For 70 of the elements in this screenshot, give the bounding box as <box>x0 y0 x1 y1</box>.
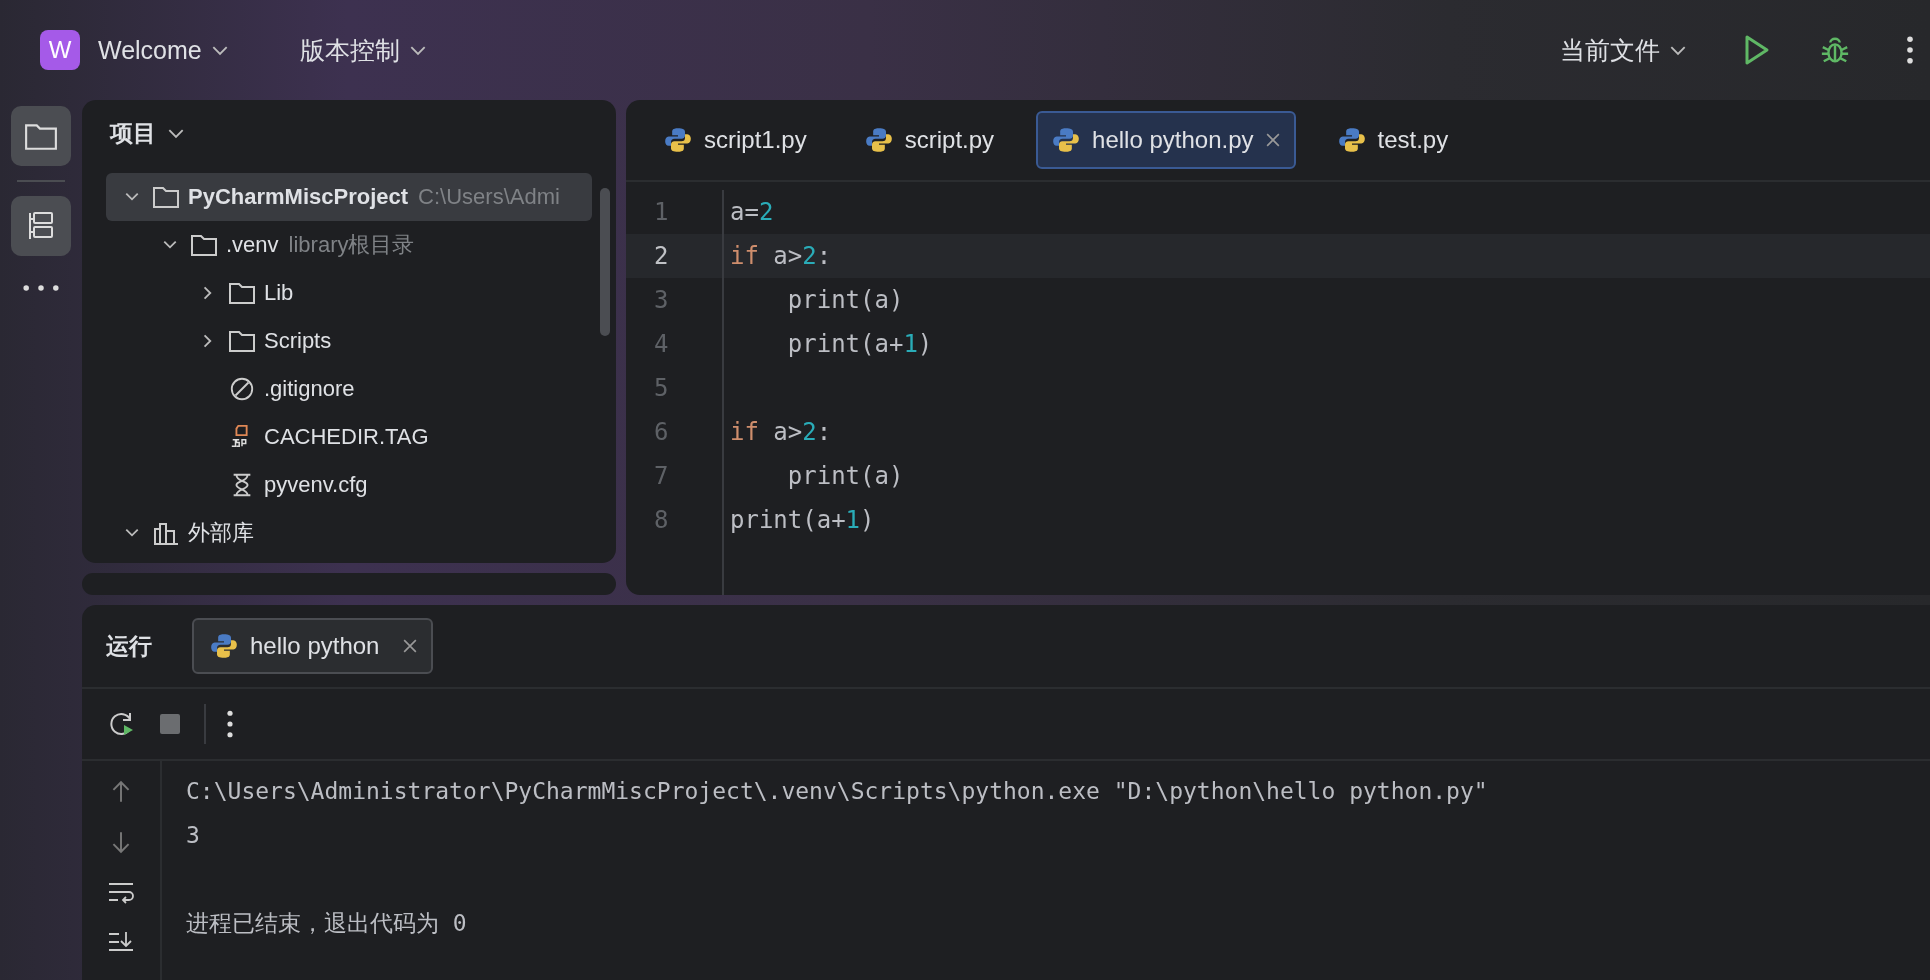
file-tab[interactable]: test.py <box>1321 111 1465 169</box>
python-icon <box>210 632 238 660</box>
tree-item-hint: C:\Users\Admi <box>418 184 560 210</box>
tree-item-label: .venv <box>226 232 279 258</box>
more-icon[interactable] <box>226 710 234 738</box>
python-icon <box>664 126 692 154</box>
vcs-menu[interactable]: 版本控制 <box>291 29 434 71</box>
tree-item-label: CACHEDIR.TAG <box>264 424 429 450</box>
chevron-down-icon <box>211 44 228 56</box>
chevron-down-icon <box>409 44 426 56</box>
chevron-down-icon <box>1670 44 1686 56</box>
folder-icon <box>228 280 256 306</box>
code-line: print(a) <box>786 462 904 490</box>
more-icon[interactable] <box>1906 36 1914 64</box>
console-output-line: C:\Users\Administrator\PyCharmMiscProject\.venv\Scripts\python.exe "D:\python\hello python.py" <box>186 778 1488 804</box>
folder-icon <box>190 232 218 258</box>
tree-item-label: Lib <box>264 280 294 306</box>
chevron-down-icon <box>168 128 184 139</box>
project-tool-button[interactable] <box>11 106 71 166</box>
file-tab[interactable]: script1.py <box>648 111 823 169</box>
console-output-line: 3 <box>186 822 200 848</box>
tree-item-label: pyvenv.cfg <box>264 472 368 498</box>
tree-item[interactable]: pyvenv.cfg <box>106 461 592 509</box>
tree-item[interactable]: .gitignore <box>106 365 592 413</box>
more-icon[interactable] <box>23 284 59 292</box>
folder-icon <box>228 328 256 354</box>
run-config-menu[interactable]: 当前文件 <box>1552 29 1694 71</box>
code-line: print(a) <box>786 286 904 314</box>
tree-item-label: .gitignore <box>264 376 355 402</box>
console-output-line: 进程已结束，退出代码为 0 <box>186 908 467 938</box>
project-menu[interactable]: Welcome <box>90 31 236 69</box>
close-icon[interactable] <box>403 639 418 653</box>
tree-item[interactable]: 外部库 <box>106 509 592 557</box>
python-icon <box>864 126 893 154</box>
close-icon[interactable] <box>1265 133 1280 147</box>
run-tab[interactable]: hello python <box>192 618 434 674</box>
line-number: 2 <box>626 234 724 278</box>
project-badge: W <box>40 30 80 70</box>
tree-item[interactable]: CACHEDIR.TAG <box>106 413 592 461</box>
scrollbar[interactable] <box>600 188 610 336</box>
code-line: print(a+1) <box>786 330 933 358</box>
code-line: print(a+1) <box>730 506 875 534</box>
code-line: if a>2: <box>730 242 832 270</box>
code-line: a=2 <box>730 198 774 226</box>
library-icon <box>152 520 180 546</box>
line-number: 5 <box>626 366 724 410</box>
python-icon <box>1337 126 1366 154</box>
line-number: 7 <box>626 454 724 498</box>
line-number: 8 <box>626 498 724 542</box>
tree-item-label: 外部库 <box>188 519 254 547</box>
tree-item-label: Scripts <box>264 328 332 354</box>
tree-item[interactable]: .venv library根目录 <box>106 221 592 269</box>
project-view-menu[interactable]: 项目 <box>106 118 188 149</box>
line-number: 6 <box>626 410 724 454</box>
prohibited-icon <box>228 376 256 402</box>
tree-item[interactable]: Scripts <box>106 317 592 365</box>
python-icon <box>1052 126 1081 154</box>
code-line: if a>2: <box>730 418 832 446</box>
folder-icon <box>152 184 180 210</box>
file-tab[interactable]: script.py <box>848 111 1011 169</box>
tree-item-label: PyCharmMiscProject <box>188 184 409 210</box>
line-number: 3 <box>626 278 724 322</box>
structure-tool-button[interactable] <box>11 196 71 256</box>
line-number: 4 <box>626 322 724 366</box>
run-panel-title: 运行 <box>106 631 152 661</box>
tree-item[interactable]: PyCharmMiscProject C:\Users\Admi <box>106 173 592 221</box>
tree-item[interactable]: Lib <box>106 269 592 317</box>
tree-item-hint: library根目录 <box>288 231 415 259</box>
file-tab[interactable]: hello python.py <box>1036 111 1296 169</box>
scrollbar[interactable] <box>82 573 616 595</box>
